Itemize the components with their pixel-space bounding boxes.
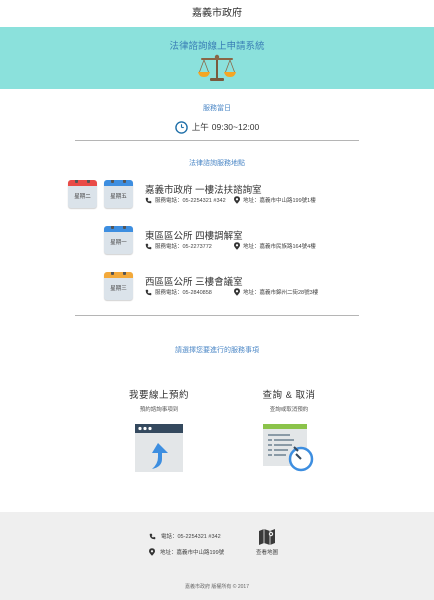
clock-icon <box>174 120 188 134</box>
query-cancel-subtitle: 查詢或取消預約 <box>269 407 309 413</box>
site-title: 嘉義市政府 <box>192 8 242 19</box>
location-address: 地址：嘉義市中山路199號1樓 <box>243 198 316 204</box>
list-clock-icon <box>263 424 314 472</box>
service-hours: 上午 09:30~12:00 <box>0 119 434 135</box>
location-item: 星期一 東區區公所 四樓調解室 服務電話：05-2273772 地址：嘉義市民族… <box>0 226 434 266</box>
site-header: 嘉義市政府 <box>0 0 434 27</box>
map-icon <box>259 529 275 545</box>
weekday-label: 星期三 <box>110 286 127 292</box>
book-online-option[interactable]: 我要線上預約 預約諮詢事項到 <box>99 387 219 473</box>
location-pin-icon <box>149 548 155 556</box>
divider <box>75 315 359 316</box>
copyright-text: 嘉義市政府 版權所有 © 2017 <box>185 584 249 590</box>
calendar-icon: 星期五 <box>104 180 133 208</box>
location-phone: 服務電話：05-2254321 #342 <box>155 198 226 204</box>
footer-address: 地址：嘉義市中山路199號 <box>149 548 224 556</box>
location-item: 星期二 星期五 嘉義市政府 一樓法扶諮詢室 服務電話：05-2254321 #3… <box>0 180 434 220</box>
divider <box>75 140 359 141</box>
hours-prefix: 上午 <box>191 122 209 132</box>
location-item: 星期三 西區區公所 三樓會議室 服務電話：05-2840858 地址：嘉義市錦州… <box>0 272 434 312</box>
hours-range: 09:30~12:00 <box>211 122 260 132</box>
choose-service-label: 請選擇您要進行的服務事項 <box>175 347 259 354</box>
phone-icon <box>145 197 152 203</box>
location-name: 西區區公所 三樓會議室 <box>145 277 243 288</box>
footer-address-text: 地址：嘉義市中山路199號 <box>160 550 225 556</box>
location-pin-icon <box>234 196 240 204</box>
location-name: 嘉義市政府 一樓法扶諮詢室 <box>145 185 262 196</box>
phone-icon <box>145 289 152 295</box>
view-map-label: 查看地圖 <box>255 550 278 556</box>
weekday-label: 星期一 <box>110 240 127 246</box>
view-map-link[interactable]: 查看地圖 <box>252 528 282 556</box>
scale-of-justice-icon <box>198 54 236 81</box>
query-cancel-option[interactable]: 查詢 & 取消 查詢或取消預約 <box>229 387 349 473</box>
location-address: 地址：嘉義市民族路164號4樓 <box>243 244 316 250</box>
location-name: 東區區公所 四樓調解室 <box>145 231 243 242</box>
footer-phone-text: 電話：05-2254321 #342 <box>161 534 221 540</box>
hero-banner: 法律諮詢線上申請系統 <box>0 27 434 89</box>
calendar-icon: 星期二 <box>68 180 97 208</box>
phone-icon <box>145 243 152 249</box>
locations-label: 法律諮詢服務地點 <box>189 160 245 167</box>
site-footer: 電話：05-2254321 #342 地址：嘉義市中山路199號 查看地圖 嘉義… <box>0 512 434 600</box>
calendar-icon: 星期三 <box>104 272 133 300</box>
phone-icon <box>149 533 156 539</box>
footer-phone: 電話：05-2254321 #342 <box>149 532 221 540</box>
hero-title: 法律諮詢線上申請系統 <box>169 41 265 52</box>
location-address: 地址：嘉義市錦州二街28號3樓 <box>243 290 319 296</box>
weekday-label: 星期五 <box>110 194 127 200</box>
query-cancel-title: 查詢 & 取消 <box>262 390 316 401</box>
location-phone: 服務電話：05-2273772 <box>155 244 212 250</box>
book-online-title: 我要線上預約 <box>128 390 189 401</box>
browser-upload-icon <box>135 424 183 472</box>
location-phone: 服務電話：05-2840858 <box>155 290 212 296</box>
calendar-icon: 星期一 <box>104 226 133 254</box>
weekday-label: 星期二 <box>74 194 91 200</box>
location-pin-icon <box>234 242 240 250</box>
service-day-label: 服務當日 <box>203 105 231 112</box>
book-online-subtitle: 預約諮詢事項到 <box>139 407 179 413</box>
location-pin-icon <box>234 288 240 296</box>
